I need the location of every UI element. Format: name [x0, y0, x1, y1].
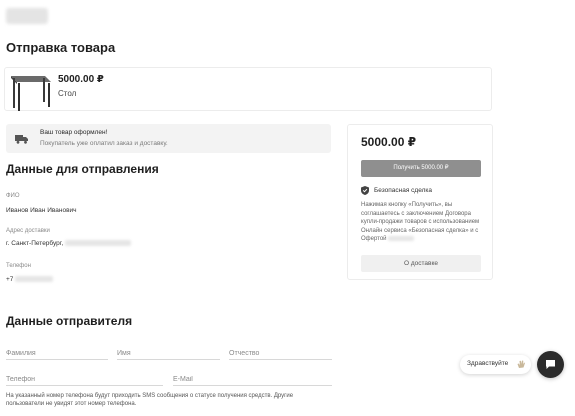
sender-section-title: Данные отправителя [6, 314, 133, 328]
order-notice: Ваш товар оформлен! Покупатель уже оплат… [6, 124, 331, 153]
email-field[interactable] [173, 368, 332, 388]
phone-value: +7 [6, 276, 14, 283]
middlename-field[interactable] [229, 342, 332, 362]
chat-icon [546, 360, 555, 369]
terms-body: Нажимая кнопку «Получить», вы соглашаете… [361, 202, 480, 242]
shield-check-icon [361, 186, 369, 195]
phone-value-row: +7 [6, 276, 54, 283]
lastname-field[interactable] [6, 342, 108, 362]
site-logo[interactable] [6, 8, 48, 24]
sms-footnote: На указанный номер телефона будут приход… [6, 393, 294, 407]
firstname-field[interactable] [117, 342, 220, 362]
product-card: 5000.00 ₽ Стол [4, 67, 492, 111]
product-price: 5000.00 ₽ [58, 74, 104, 85]
page-title: Отправка товара [6, 40, 116, 55]
summary-panel: 5000.00 ₽ Получить 5000.00 ₽ Безопасная … [347, 124, 493, 280]
wave-hand-icon [517, 360, 525, 368]
address-value-row: г. Санкт-Петербург, [6, 240, 131, 247]
phone-field[interactable] [6, 368, 163, 388]
shipping-section-title: Данные для отправления [6, 162, 159, 176]
address-label: Адрес доставки [6, 228, 50, 234]
get-money-button[interactable]: Получить 5000.00 ₽ [361, 160, 481, 177]
chat-greeting: Здравствуйте [467, 360, 509, 367]
terms-text: Нажимая кнопку «Получить», вы соглашаете… [361, 201, 485, 244]
phone-label: Телефон [6, 263, 31, 269]
firstname-input[interactable] [117, 345, 220, 362]
notice-subtitle: Покупатель уже оплатил заказ и доставку. [40, 140, 168, 147]
notice-title: Ваш товар оформлен! [40, 129, 108, 136]
address-value: г. Санкт-Петербург, [6, 240, 64, 247]
fio-value: Иванов Иван Иванович [6, 207, 77, 214]
middlename-input[interactable] [229, 345, 332, 362]
lastname-input[interactable] [6, 345, 108, 362]
fio-label: ФИО [6, 193, 20, 199]
delivery-info-button[interactable]: О доставке [361, 255, 481, 272]
product-image [11, 76, 51, 111]
product-name: Стол [58, 89, 77, 98]
safe-deal-label: Безопасная сделка [374, 187, 433, 194]
chat-open-button[interactable] [537, 351, 564, 378]
offer-link-redacted[interactable] [388, 235, 415, 241]
summary-price: 5000.00 ₽ [361, 135, 417, 149]
chat-greeting-bubble[interactable]: Здравствуйте [460, 355, 531, 374]
address-redacted [65, 240, 131, 247]
phone-redacted [15, 276, 54, 283]
truck-icon [15, 135, 28, 144]
phone-input[interactable] [6, 371, 163, 388]
email-input[interactable] [173, 371, 332, 388]
